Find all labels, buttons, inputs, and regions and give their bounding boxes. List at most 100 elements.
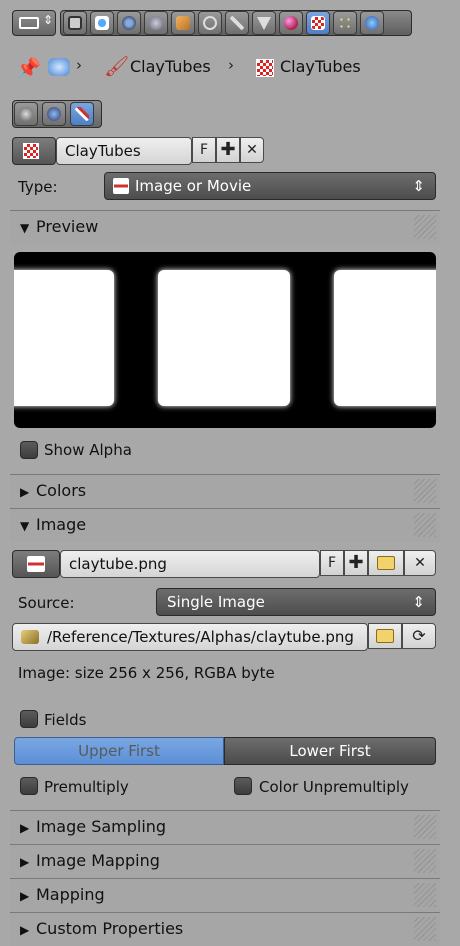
premultiply-label: Premultiply <box>44 778 129 796</box>
brush-texture-context-icon[interactable] <box>70 102 94 126</box>
fields-label: Fields <box>44 711 87 729</box>
mapping-title: Mapping <box>36 885 105 904</box>
chevron-updown-icon: ⇕ <box>412 593 425 611</box>
collapsed-triangle-icon: ▶ <box>20 485 30 499</box>
world-tab-icon[interactable] <box>144 11 168 35</box>
image-icon <box>113 178 129 194</box>
material-texture-context-icon[interactable] <box>42 102 66 126</box>
new-image-button[interactable]: ✚ <box>344 550 368 576</box>
breadcrumb-brush-name: ClayTubes <box>130 57 211 76</box>
upper-first-label: Upper First <box>78 742 160 760</box>
collapsed-triangle-icon: ▶ <box>20 923 30 937</box>
breadcrumb-texture-name: ClayTubes <box>280 57 361 76</box>
plus-icon: ✚ <box>348 552 364 573</box>
image-sampling-title: Image Sampling <box>36 817 167 836</box>
drag-grip-icon[interactable] <box>414 849 436 873</box>
source-dropdown[interactable]: Single Image ⇕ <box>156 588 436 616</box>
custom-properties-title: Custom Properties <box>36 919 184 938</box>
plus-icon: ✚ <box>220 139 236 160</box>
custom-properties-panel-header[interactable]: ▶ Custom Properties <box>10 912 440 946</box>
upper-first-toggle[interactable]: Upper First <box>14 737 224 765</box>
image-mapping-title: Image Mapping <box>36 851 160 870</box>
type-dropdown[interactable]: Image or Movie ⇕ <box>104 172 436 200</box>
particles-tab-icon[interactable] <box>333 11 357 35</box>
reload-image-button[interactable]: ⟳ <box>402 623 436 649</box>
physics-tab-icon[interactable] <box>360 11 384 35</box>
collapsed-triangle-icon: ▶ <box>20 889 30 903</box>
preview-panel-title: Preview <box>36 217 99 236</box>
image-browse-button[interactable] <box>12 550 60 578</box>
texture-tab-checker-icon[interactable] <box>306 11 330 35</box>
breadcrumb-separator: › <box>228 56 234 74</box>
colors-panel-title: Colors <box>36 481 87 500</box>
premultiply-checkbox[interactable] <box>20 777 38 795</box>
preview-panel-header[interactable]: ▼ Preview <box>10 210 440 244</box>
image-name-field[interactable]: claytube.png <box>60 550 320 578</box>
unlink-texture-button[interactable]: ✕ <box>240 137 264 163</box>
drag-grip-icon[interactable] <box>414 883 436 907</box>
pin-icon[interactable]: 📌 <box>16 56 41 80</box>
colors-panel-header[interactable]: ▶ Colors <box>10 474 440 508</box>
preview-tile <box>14 270 114 406</box>
close-icon: ✕ <box>414 555 426 571</box>
data-tab-triangle-icon[interactable] <box>252 11 276 35</box>
image-icon <box>27 556 45 572</box>
mapping-panel-header[interactable]: ▶ Mapping <box>10 878 440 912</box>
breadcrumb-separator: › <box>76 56 82 74</box>
texture-preview <box>14 252 436 428</box>
material-tab-sphere-icon[interactable] <box>279 11 303 35</box>
image-info: Image: size 256 x 256, RGBA byte <box>18 664 275 682</box>
drag-grip-icon[interactable] <box>414 815 436 839</box>
texture-checker-icon <box>256 59 274 77</box>
fake-user-button[interactable]: F <box>192 137 216 163</box>
unlink-image-button[interactable]: ✕ <box>404 550 436 576</box>
source-value: Single Image <box>167 593 265 611</box>
editor-type-icon <box>19 17 39 29</box>
open-image-button[interactable] <box>368 550 404 576</box>
editor-type-button[interactable]: ⇕ <box>12 10 56 36</box>
lower-first-toggle[interactable]: Lower First <box>224 737 436 765</box>
constraints-tab-link-icon[interactable] <box>198 11 222 35</box>
image-fake-user-button[interactable]: F <box>320 550 344 576</box>
drag-grip-icon[interactable] <box>414 513 436 537</box>
chevron-updown-icon: ⇕ <box>43 13 54 27</box>
type-value: Image or Movie <box>135 177 252 195</box>
lower-first-label: Lower First <box>289 742 371 760</box>
filepath-field[interactable]: /Reference/Textures/Alphas/claytube.png <box>12 623 368 651</box>
show-alpha-checkbox[interactable] <box>20 441 38 459</box>
brush-context-icon <box>48 58 70 76</box>
modifiers-tab-wrench-icon[interactable] <box>225 11 249 35</box>
fields-checkbox[interactable] <box>20 710 38 728</box>
image-panel-header[interactable]: ▼ Image <box>10 508 440 542</box>
show-alpha-label: Show Alpha <box>44 441 132 459</box>
filepath-value: /Reference/Textures/Alphas/claytube.png <box>47 628 354 646</box>
browse-filepath-button[interactable] <box>368 623 402 649</box>
collapsed-triangle-icon: ▶ <box>20 855 30 869</box>
source-label: Source: <box>18 594 75 612</box>
world-texture-context-icon[interactable] <box>14 102 38 126</box>
image-panel-title: Image <box>36 515 87 534</box>
breadcrumb: 📌 › 🖌 ClayTubes › ClayTubes <box>14 54 454 82</box>
collapsed-triangle-icon: ▶ <box>20 821 30 835</box>
new-texture-button[interactable]: ✚ <box>216 137 240 163</box>
texture-name-field[interactable]: ClayTubes <box>56 137 192 165</box>
drag-grip-icon[interactable] <box>414 215 436 239</box>
brush-icon: 🖌 <box>104 54 130 78</box>
texture-checker-icon <box>23 143 39 159</box>
preview-tile <box>158 270 290 406</box>
render-layers-tab-icon[interactable] <box>90 11 114 35</box>
object-tab-cube-icon[interactable] <box>171 11 195 35</box>
drag-grip-icon[interactable] <box>414 479 436 503</box>
type-label: Type: <box>18 178 58 196</box>
render-tab-camera-icon[interactable] <box>63 11 87 35</box>
texture-browse-button[interactable] <box>12 137 56 165</box>
expanded-triangle-icon: ▼ <box>20 221 30 235</box>
scene-tab-icon[interactable] <box>117 11 141 35</box>
reload-icon: ⟳ <box>412 626 426 645</box>
image-mapping-panel-header[interactable]: ▶ Image Mapping <box>10 844 440 878</box>
folder-icon <box>376 629 394 643</box>
drag-grip-icon[interactable] <box>414 917 436 941</box>
image-sampling-panel-header[interactable]: ▶ Image Sampling <box>10 810 440 844</box>
expanded-triangle-icon: ▼ <box>20 519 30 533</box>
color-unpremultiply-checkbox[interactable] <box>234 777 252 795</box>
